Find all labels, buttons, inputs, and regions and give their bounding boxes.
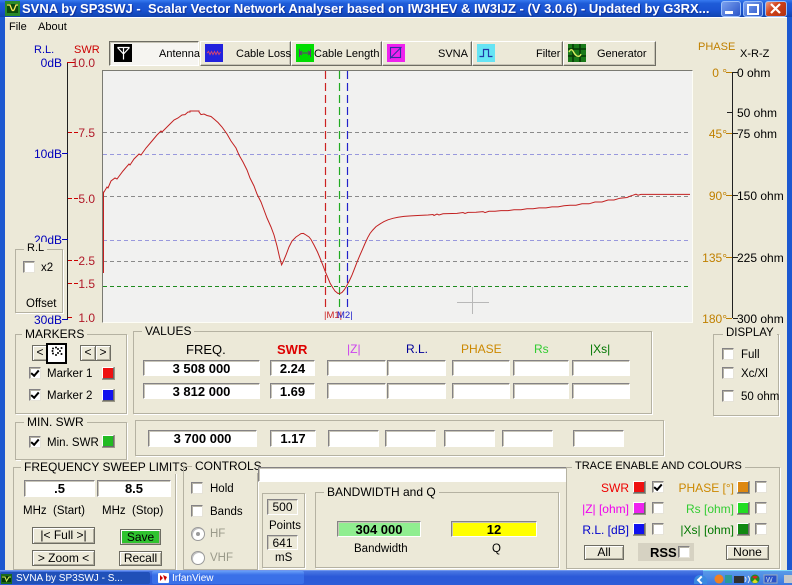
svg-text:M2|: M2| [337,310,353,320]
svg-text:W: W [766,577,773,584]
